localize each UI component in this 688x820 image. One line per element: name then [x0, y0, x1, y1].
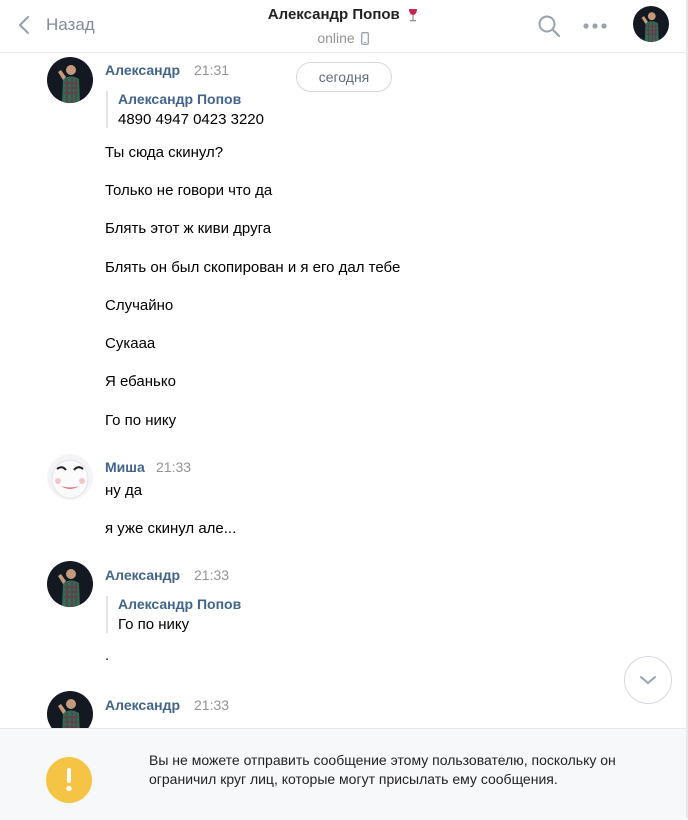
search-icon[interactable] — [537, 14, 561, 38]
message-text: Ты сюда скинул? — [105, 144, 224, 161]
header-avatar[interactable] — [633, 6, 669, 42]
message-text: Блять этот ж киви друга — [105, 220, 272, 237]
message-time: 21:31 — [194, 62, 230, 78]
messenger-window: Назад Александр Попов online сегодня Але… — [0, 0, 688, 820]
message-text: Случайно — [105, 297, 174, 314]
notice-text: Вы не можете отправить сообщение этому п… — [149, 752, 616, 787]
more-dots-icon[interactable] — [582, 14, 608, 38]
message-author[interactable]: Александр — [105, 567, 180, 583]
message-text: Сукааа — [105, 335, 156, 352]
message-text: Только не говори что да — [105, 182, 273, 199]
date-divider: сегодня — [296, 62, 392, 92]
avatar-photo — [47, 691, 93, 728]
forwarded-author[interactable]: Александр Попов — [118, 91, 264, 107]
mobile-phone-icon — [360, 31, 369, 45]
message-text: Блять он был скопирован и я его дал тебе — [105, 259, 401, 276]
message-author[interactable]: Александр — [105, 62, 180, 78]
message-author[interactable]: Миша — [105, 459, 145, 475]
avatar-photo — [47, 561, 93, 607]
avatar-photo — [633, 6, 669, 42]
message-text: Го по нику — [105, 412, 177, 429]
avatar[interactable] — [47, 454, 93, 500]
message-text: я уже скинул але... — [105, 520, 237, 537]
forwarded-message[interactable]: Александр Попов Го по нику — [106, 596, 241, 633]
forwarded-text: Го по нику — [118, 616, 190, 633]
message-text: Я ебанько — [105, 373, 176, 390]
online-status: online — [317, 30, 355, 46]
avatar[interactable] — [47, 561, 93, 607]
avatar[interactable] — [47, 57, 93, 103]
chat-header: Назад Александр Попов online — [0, 0, 686, 53]
chat-title[interactable]: Александр Попов — [268, 6, 400, 23]
scroll-down-button[interactable] — [624, 656, 672, 704]
exclamation-icon — [46, 757, 92, 803]
forwarded-message[interactable]: Александр Попов 4890 4947 0423 3220 — [106, 91, 264, 128]
message-history[interactable]: сегодня Александр 21:31 Александр Попов … — [0, 53, 686, 728]
message-time: 21:33 — [194, 567, 230, 583]
wine-glass-icon — [409, 8, 418, 22]
message-time: 21:33 — [156, 459, 192, 475]
message-text: ну да — [105, 482, 143, 499]
forwarded-author[interactable]: Александр Попов — [118, 596, 241, 612]
avatar-photo — [47, 57, 93, 103]
message-author[interactable]: Александр — [105, 697, 180, 713]
message-time: 21:33 — [194, 697, 230, 713]
forwarded-text: 4890 4947 0423 3220 — [118, 111, 264, 128]
avatar[interactable] — [47, 691, 93, 728]
message-text: . — [105, 647, 110, 664]
blocked-notice: Вы не можете отправить сообщение этому п… — [0, 728, 686, 820]
avatar-photo — [47, 454, 93, 500]
chevron-down-icon — [640, 676, 656, 684]
